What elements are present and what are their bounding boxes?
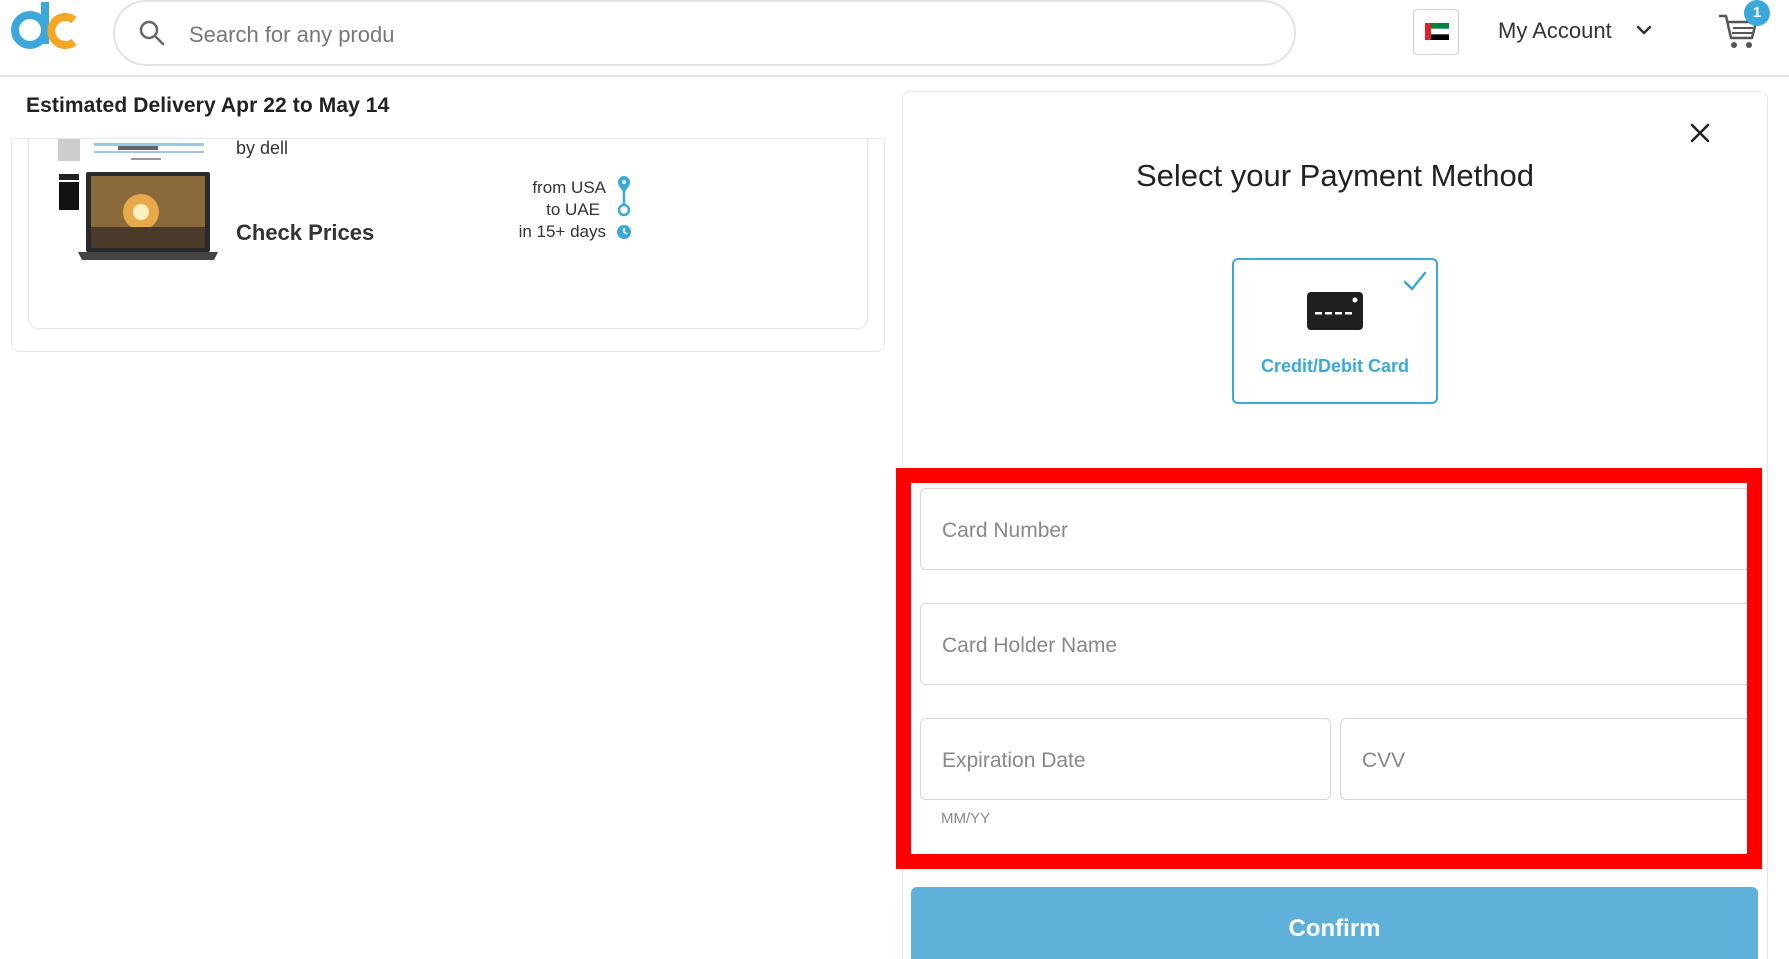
expiration-placeholder: Expiration Date bbox=[942, 749, 1086, 772]
check-prices-link[interactable]: Check Prices bbox=[236, 220, 374, 246]
expiration-hint: MM/YY bbox=[941, 810, 991, 827]
estimated-delivery: Estimated Delivery Apr 22 to May 14 bbox=[26, 94, 390, 117]
cvv-placeholder: CVV bbox=[1362, 749, 1406, 772]
route-days: in 15+ days bbox=[518, 222, 606, 241]
close-icon[interactable] bbox=[1685, 118, 1715, 148]
cart-count-badge: 1 bbox=[1744, 0, 1770, 26]
payment-method-credit-card[interactable]: Credit/Debit Card bbox=[1232, 258, 1438, 404]
route-to: to UAE bbox=[546, 200, 600, 219]
cvv-field[interactable]: CVV bbox=[1340, 718, 1750, 800]
card-number-placeholder: Card Number bbox=[942, 519, 1069, 542]
product-image-partial bbox=[58, 139, 204, 161]
route-timeline-icon bbox=[617, 176, 631, 239]
chevron-down-icon[interactable] bbox=[1634, 20, 1654, 40]
product-brand: by dell bbox=[236, 138, 289, 158]
checkmark-icon bbox=[1403, 271, 1427, 291]
country-selector[interactable] bbox=[1413, 9, 1459, 55]
logo[interactable] bbox=[8, 0, 78, 58]
search-bar[interactable]: Search for any produ bbox=[113, 0, 1296, 66]
route-from: from USA bbox=[532, 178, 606, 197]
card-holder-placeholder: Card Holder Name bbox=[942, 634, 1118, 657]
search-input[interactable]: Search for any produ bbox=[189, 22, 394, 48]
card-holder-name-field[interactable]: Card Holder Name bbox=[920, 603, 1750, 685]
search-icon[interactable] bbox=[137, 18, 167, 48]
uae-flag-icon bbox=[1425, 23, 1449, 40]
my-account-link[interactable]: My Account bbox=[1498, 18, 1612, 44]
product-image[interactable] bbox=[56, 172, 224, 262]
credit-card-icon bbox=[1307, 292, 1363, 330]
confirm-button[interactable]: Confirm bbox=[911, 887, 1758, 959]
payment-title: Select your Payment Method bbox=[1135, 158, 1535, 193]
expiration-date-field[interactable]: Expiration Date bbox=[920, 718, 1331, 800]
top-header: Search for any produ My Account 1 bbox=[0, 0, 1789, 77]
method-label: Credit/Debit Card bbox=[1260, 356, 1410, 376]
card-number-field[interactable]: Card Number bbox=[920, 488, 1750, 570]
